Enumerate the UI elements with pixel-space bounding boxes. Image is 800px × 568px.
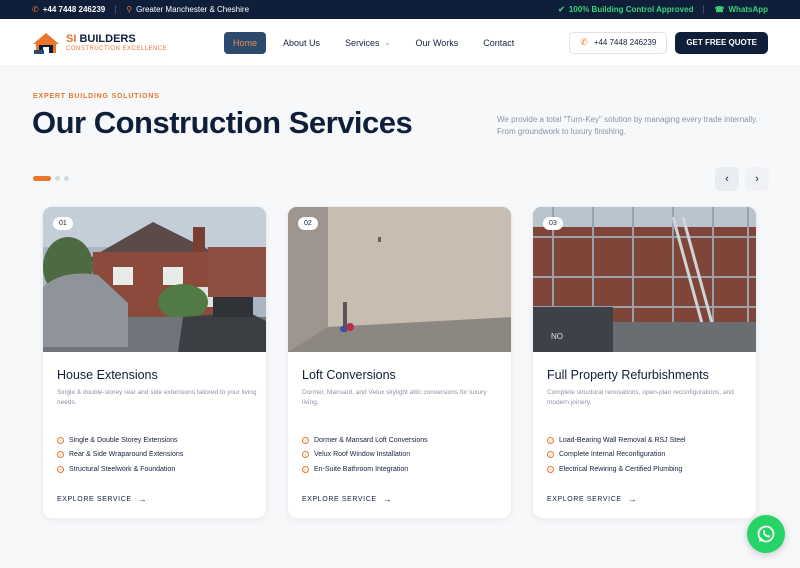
no-parking-sign: NO	[551, 332, 563, 341]
topbar-whatsapp-link[interactable]: ☎ WhatsApp	[714, 5, 768, 14]
card-number: 03	[543, 217, 563, 230]
header-phone-label: +44 7448 246239	[593, 38, 657, 47]
topbar-phone[interactable]: ✆ +44 7448 246239	[32, 5, 105, 14]
card-description: Dormer, Mansard, and Velux skylight atti…	[302, 389, 487, 406]
explore-service-link[interactable]: EXPLORE SERVICE →	[57, 494, 147, 504]
check-circle-icon: ✓	[302, 451, 309, 459]
approval-badge: ✔ 100% Building Control Approved	[558, 5, 694, 14]
service-card[interactable]: NO 03 Full Property Refurbishments Compl…	[532, 206, 757, 519]
slider-dot-1[interactable]	[33, 176, 51, 181]
main-nav: Home About Us Services ⌄ Our Works Conta…	[224, 31, 531, 54]
logo[interactable]: SI BUILDERS CONSTRUCTION EXCELLENCE	[32, 31, 222, 55]
list-item: ✓ Electrical Rewiring & Certified Plumbin…	[547, 465, 683, 473]
nav-services-label: Services	[345, 37, 380, 48]
services-carousel: 01 House Extensions Single & double-stor…	[42, 206, 757, 519]
card-title: House Extensions	[57, 368, 158, 382]
check-circle-icon: ✓	[547, 451, 554, 459]
card-number: 02	[298, 217, 318, 230]
section-title: Our Construction Services	[32, 105, 413, 140]
chevron-down-icon: ⌄	[384, 39, 391, 47]
slider-next-button[interactable]: ›	[745, 167, 769, 191]
service-card[interactable]: 02 Loft Conversions Dormer, Mansard, and…	[287, 206, 512, 519]
card-feature-list: ✓ Load-Bearing Wall Removal & RSJ Steel ✓…	[547, 433, 686, 477]
divider	[703, 5, 705, 14]
list-item: ✓ Single & Double Storey Extensions	[57, 436, 178, 444]
check-circle-icon: ✓	[302, 465, 309, 473]
list-item: ✓ Structural Steelwork & Foundation	[57, 465, 176, 473]
top-bar: ✆ +44 7448 246239 ⚲ Greater Manchester &…	[0, 0, 800, 19]
list-item: ✓ En-Suite Bathroom Integration	[302, 465, 409, 473]
arrow-right-icon: →	[382, 494, 393, 504]
topbar-location: ⚲ Greater Manchester & Cheshire	[126, 5, 250, 14]
list-item: ✓ Rear & Side Wraparound Extensions	[57, 451, 184, 459]
card-description: Complete structural renovations, open-pl…	[547, 389, 734, 406]
whatsapp-float-button[interactable]	[747, 515, 785, 553]
get-free-quote-button[interactable]: GET FREE QUOTE	[675, 31, 768, 54]
house-logo-icon	[33, 32, 59, 54]
nav-services[interactable]: Services ⌄	[337, 32, 398, 54]
check-circle-icon: ✓	[302, 436, 309, 444]
arrow-right-icon: →	[627, 494, 638, 504]
service-image-house-extension: 01	[43, 207, 266, 352]
slider-dot-3[interactable]	[64, 176, 69, 181]
section-eyebrow: EXPERT BUILDING SOLUTIONS	[33, 93, 160, 100]
slider-prev-button[interactable]: ‹	[715, 167, 739, 191]
explore-service-link[interactable]: EXPLORE SERVICE →	[547, 494, 637, 504]
shield-check-icon: ✔	[558, 5, 565, 14]
list-item: ✓ Velux Roof Window Installation	[302, 451, 411, 459]
brand-tagline: CONSTRUCTION EXCELLENCE	[66, 46, 168, 52]
check-circle-icon: ✓	[57, 465, 64, 473]
header-phone-button[interactable]: ✆ +44 7448 246239	[569, 31, 668, 54]
check-circle-icon: ✓	[57, 436, 64, 444]
card-feature-list: ✓ Dormer & Mansard Loft Conversions ✓ Velu…	[302, 433, 428, 477]
card-title: Loft Conversions	[302, 368, 396, 382]
card-number: 01	[53, 217, 73, 230]
whatsapp-icon: ☎	[714, 5, 725, 14]
nav-about[interactable]: About Us	[275, 32, 328, 54]
nav-our-works[interactable]: Our Works	[407, 32, 466, 54]
list-item: ✓ Dormer & Mansard Loft Conversions	[302, 436, 428, 444]
list-item: ✓ Complete Internal Reconfiguration	[547, 451, 666, 459]
service-image-loft-conversion: 02	[288, 207, 511, 352]
brand-accent: SI	[66, 33, 77, 45]
brand-name: BUILDERS	[76, 33, 136, 45]
phone-icon: ✆	[32, 5, 39, 14]
card-title: Full Property Refurbishments	[547, 368, 709, 382]
slider-pagination	[33, 176, 69, 181]
card-feature-list: ✓ Single & Double Storey Extensions ✓ Rear…	[57, 433, 183, 477]
service-image-refurbishment: NO 03	[533, 207, 756, 352]
whatsapp-icon	[757, 525, 775, 543]
arrow-right-icon: →	[137, 494, 148, 504]
divider	[115, 5, 117, 14]
location-icon: ⚲	[126, 5, 133, 14]
slider-arrows: ‹ ›	[715, 167, 769, 191]
list-item: ✓ Load-Bearing Wall Removal & RSJ Steel	[547, 436, 686, 444]
phone-icon: ✆	[580, 37, 588, 47]
nav-home[interactable]: Home	[224, 31, 267, 54]
service-card[interactable]: 01 House Extensions Single & double-stor…	[42, 206, 267, 519]
slider-dot-2[interactable]	[55, 176, 60, 181]
check-circle-icon: ✓	[57, 451, 64, 459]
check-circle-icon: ✓	[547, 436, 554, 444]
explore-service-link[interactable]: EXPLORE SERVICE →	[302, 494, 392, 504]
chevron-left-icon: ‹	[725, 173, 729, 185]
section-description: We provide a total "Turn-Key" solution b…	[497, 115, 758, 136]
site-header: SI BUILDERS CONSTRUCTION EXCELLENCE Home…	[0, 19, 800, 67]
nav-contact[interactable]: Contact	[475, 32, 522, 54]
card-description: Single & double-storey rear and side ext…	[57, 389, 257, 406]
chevron-right-icon: ›	[755, 173, 759, 185]
check-circle-icon: ✓	[547, 465, 554, 473]
